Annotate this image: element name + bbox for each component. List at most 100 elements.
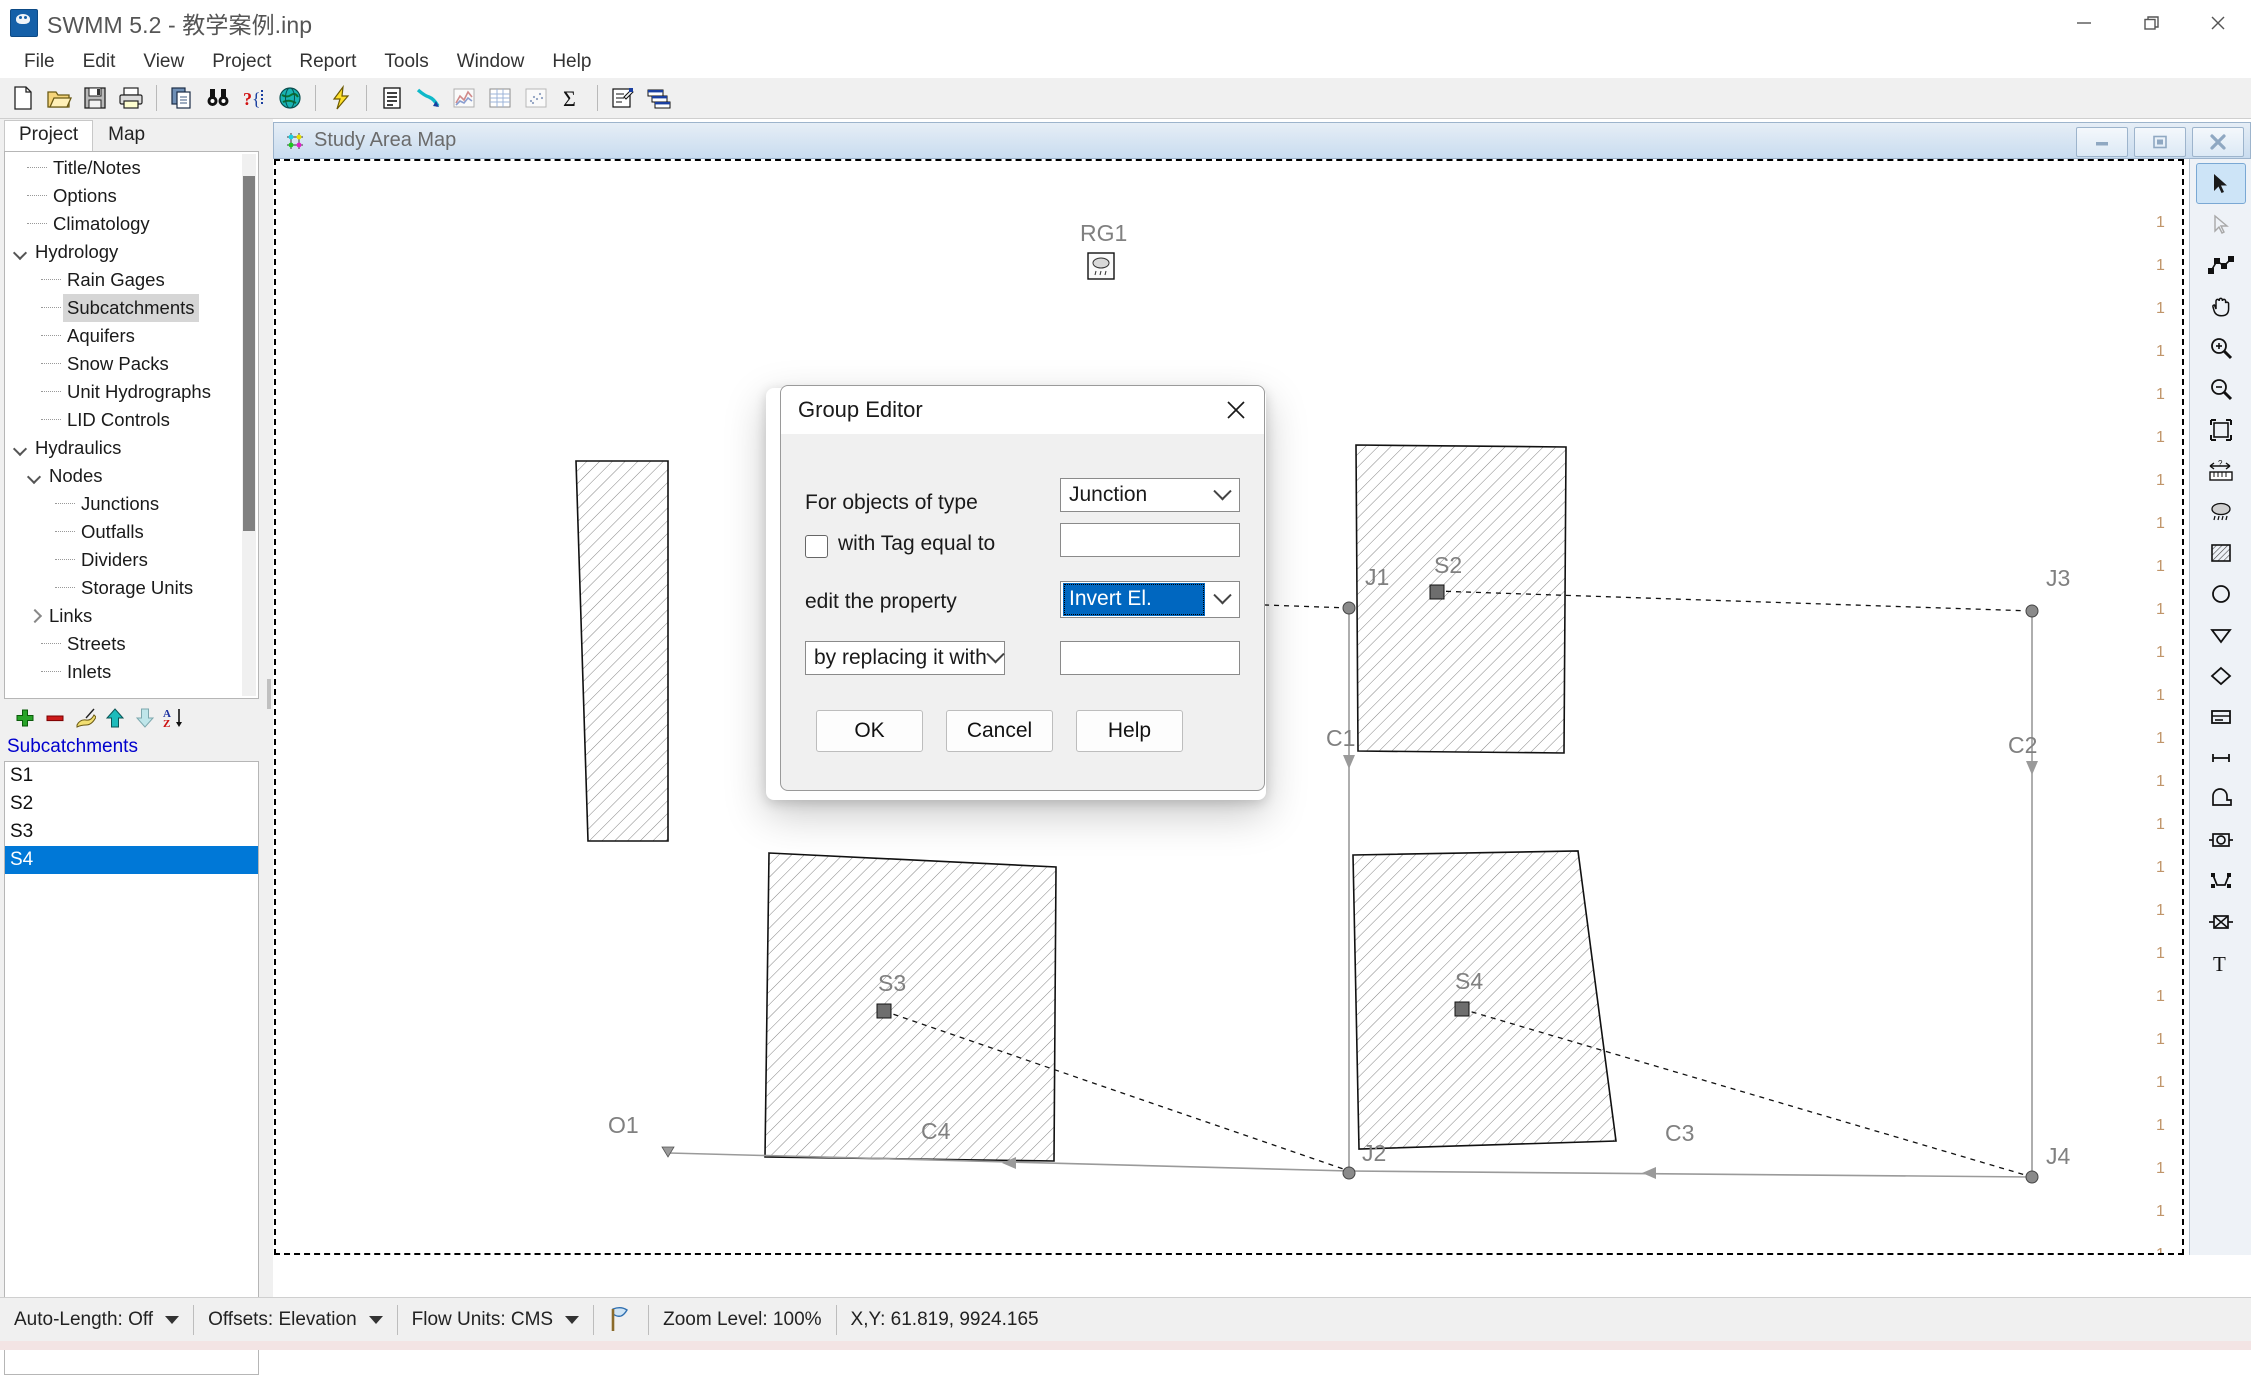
tree-item-storage-units[interactable]: Storage Units xyxy=(5,574,258,602)
map-overview-button[interactable] xyxy=(272,80,308,116)
tree-item-snow-packs[interactable]: Snow Packs xyxy=(5,350,258,378)
run-status-indicator[interactable] xyxy=(594,1298,648,1342)
subcatchment-S4-polygon[interactable] xyxy=(1353,851,1616,1149)
add-storage-tool[interactable] xyxy=(2196,696,2246,737)
tree-item-unit-hydrographs[interactable]: Unit Hydrographs xyxy=(5,378,258,406)
table-button[interactable] xyxy=(482,80,518,116)
menu-report[interactable]: Report xyxy=(285,47,370,77)
tree-scrollbar[interactable] xyxy=(242,154,256,696)
scatter-plot-button[interactable] xyxy=(518,80,554,116)
measure-tool[interactable]: ? xyxy=(2196,450,2246,491)
project-tree[interactable]: Title/NotesOptionsClimatologyHydrologyRa… xyxy=(4,151,259,699)
add-pump-tool[interactable] xyxy=(2196,778,2246,819)
add-conduit-tool[interactable] xyxy=(2196,737,2246,778)
open-project-button[interactable] xyxy=(41,80,77,116)
zoom-in-tool[interactable] xyxy=(2196,327,2246,368)
chevron-right-icon[interactable] xyxy=(27,608,43,624)
tree-item-links[interactable]: Links xyxy=(5,602,258,630)
tree-item-options[interactable]: Options xyxy=(5,182,258,210)
tab-project[interactable]: Project xyxy=(4,120,93,151)
zoom-out-tool[interactable] xyxy=(2196,368,2246,409)
add-orifice-tool[interactable] xyxy=(2196,819,2246,860)
tree-item-junctions[interactable]: Junctions xyxy=(5,490,258,518)
outfall-O1-node[interactable] xyxy=(662,1147,674,1157)
move-up-button[interactable] xyxy=(100,704,130,732)
run-simulation-button[interactable] xyxy=(323,80,359,116)
close-button[interactable] xyxy=(2184,0,2251,45)
ok-button[interactable]: OK xyxy=(816,710,923,752)
subcatchment-S1-polygon[interactable] xyxy=(576,461,668,841)
delete-object-button[interactable] xyxy=(40,704,70,732)
tree-item-dividers[interactable]: Dividers xyxy=(5,546,258,574)
menu-project[interactable]: Project xyxy=(198,47,285,77)
tree-item-hydraulics[interactable]: Hydraulics xyxy=(5,434,258,462)
select-object-tool[interactable] xyxy=(2196,163,2246,204)
minimize-button[interactable] xyxy=(2050,0,2117,45)
print-button[interactable] xyxy=(113,80,149,116)
conduit-C3-line[interactable] xyxy=(1349,1171,2032,1177)
auto-length-status[interactable]: Auto-Length: Off xyxy=(0,1298,193,1342)
help-button[interactable]: Help xyxy=(1076,710,1183,752)
tag-checkbox[interactable] xyxy=(805,535,828,558)
statistics-button[interactable]: Σ xyxy=(554,80,590,116)
junction-J1-node[interactable] xyxy=(1343,602,1355,614)
add-outfall-tool[interactable] xyxy=(2196,614,2246,655)
list-item[interactable]: S2 xyxy=(5,790,258,818)
add-weir-tool[interactable] xyxy=(2196,860,2246,901)
full-extent-tool[interactable] xyxy=(2196,409,2246,450)
tree-item-outfalls[interactable]: Outfalls xyxy=(5,518,258,546)
tree-scrollbar-thumb[interactable] xyxy=(243,176,255,531)
select-region-tool[interactable] xyxy=(2196,245,2246,286)
map-minimize-button[interactable] xyxy=(2076,127,2128,157)
tag-value-input[interactable] xyxy=(1060,523,1240,557)
new-project-button[interactable] xyxy=(5,80,41,116)
chevron-down-icon[interactable] xyxy=(13,440,29,456)
action-combobox[interactable]: by replacing it with xyxy=(805,641,1005,675)
tree-item-aquifers[interactable]: Aquifers xyxy=(5,322,258,350)
arrange-windows-button[interactable] xyxy=(641,80,677,116)
map-close-button[interactable] xyxy=(2192,127,2244,157)
list-item[interactable]: S4 xyxy=(5,846,258,874)
property-combobox[interactable]: Invert El. xyxy=(1060,581,1240,618)
sort-button[interactable]: AZ xyxy=(160,704,190,732)
subcatchment-S3-polygon[interactable] xyxy=(765,853,1056,1161)
menu-view[interactable]: View xyxy=(129,47,198,77)
menu-file[interactable]: File xyxy=(10,47,69,77)
profile-plot-button[interactable] xyxy=(410,80,446,116)
tree-item-inlets[interactable]: Inlets xyxy=(5,658,258,686)
menu-help[interactable]: Help xyxy=(538,47,605,77)
add-rain-gage-tool[interactable] xyxy=(2196,491,2246,532)
object-type-combobox[interactable]: Junction xyxy=(1060,478,1240,512)
junction-J2-node[interactable] xyxy=(1343,1167,1355,1179)
tree-item-rain-gages[interactable]: Rain Gages xyxy=(5,266,258,294)
menu-tools[interactable]: Tools xyxy=(370,47,442,77)
add-object-button[interactable] xyxy=(10,704,40,732)
chevron-down-icon[interactable] xyxy=(13,244,29,260)
subcatchment-list[interactable]: S1S2S3S4 xyxy=(4,761,259,1375)
junction-J3-node[interactable] xyxy=(2026,605,2038,617)
tree-item-title-notes[interactable]: Title/Notes xyxy=(5,154,258,182)
add-subcatchment-tool[interactable] xyxy=(2196,532,2246,573)
select-vertex-tool[interactable] xyxy=(2196,204,2246,245)
tree-item-hydrology[interactable]: Hydrology xyxy=(5,238,258,266)
object-properties-button[interactable] xyxy=(605,80,641,116)
tree-item-lid-controls[interactable]: LID Controls xyxy=(5,406,258,434)
flow-units-status[interactable]: Flow Units: CMS xyxy=(398,1298,593,1342)
add-label-tool[interactable]: T xyxy=(2196,942,2246,983)
add-divider-tool[interactable] xyxy=(2196,655,2246,696)
pan-tool[interactable] xyxy=(2196,286,2246,327)
time-series-plot-button[interactable] xyxy=(446,80,482,116)
dialog-close-button[interactable] xyxy=(1208,386,1264,434)
add-junction-tool[interactable] xyxy=(2196,573,2246,614)
save-project-button[interactable] xyxy=(77,80,113,116)
panel-splitter[interactable] xyxy=(265,119,273,1297)
map-maximize-button[interactable] xyxy=(2134,127,2186,157)
tree-item-streets[interactable]: Streets xyxy=(5,630,258,658)
copy-button[interactable] xyxy=(164,80,200,116)
list-item[interactable]: S3 xyxy=(5,818,258,846)
find-button[interactable] xyxy=(200,80,236,116)
move-down-button[interactable] xyxy=(130,704,160,732)
subcatchment-S3-marker[interactable] xyxy=(877,1004,891,1018)
edit-object-button[interactable] xyxy=(70,704,100,732)
action-operand-input[interactable] xyxy=(1060,641,1240,675)
